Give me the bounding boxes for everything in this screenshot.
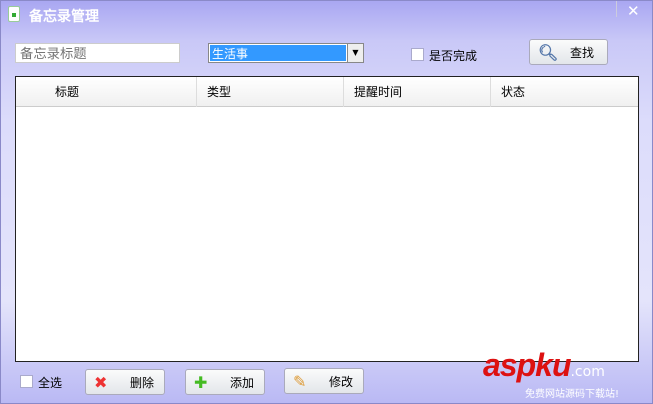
- type-select[interactable]: 生活事 ▼: [208, 43, 364, 63]
- done-label: 是否完成: [429, 49, 478, 63]
- watermark-logo: aspku.com 免费网站源码下载站!: [483, 347, 620, 400]
- search-icon: 🔍︎: [538, 42, 559, 62]
- column-header-title[interactable]: 标题: [40, 77, 196, 107]
- delete-icon: ✖: [94, 372, 108, 392]
- title-search-input[interactable]: [15, 43, 180, 63]
- column-header-remind-time[interactable]: 提醒时间: [343, 77, 490, 107]
- add-button[interactable]: ✚ 添加: [185, 369, 265, 395]
- column-header-status[interactable]: 状态: [490, 77, 638, 107]
- divider: [616, 1, 617, 17]
- column-header-type[interactable]: 类型: [196, 77, 343, 107]
- edit-button[interactable]: ✎ 修改: [284, 368, 364, 394]
- memo-manager-window: 备忘录管理 ✕ 生活事 ▼ 是否完成 🔍︎ 查找 标题 类型 提醒时间 状态 全…: [0, 0, 653, 404]
- search-button-label: 查找: [570, 45, 595, 60]
- plus-icon: ✚: [194, 372, 208, 392]
- close-icon[interactable]: ✕: [627, 2, 640, 20]
- memo-table[interactable]: 标题 类型 提醒时间 状态: [15, 76, 639, 362]
- select-all-checkbox[interactable]: [20, 375, 33, 388]
- delete-button[interactable]: ✖ 删除: [85, 369, 165, 395]
- table-header: 标题 类型 提醒时间 状态: [16, 77, 638, 107]
- pencil-icon: ✎: [293, 371, 307, 391]
- app-icon: [8, 6, 20, 22]
- window-title: 备忘录管理: [29, 9, 99, 25]
- done-checkbox[interactable]: [411, 48, 424, 61]
- chevron-down-icon[interactable]: ▼: [347, 44, 363, 62]
- delete-button-label: 删除: [130, 375, 155, 390]
- select-all-label: 全选: [38, 376, 63, 390]
- edit-button-label: 修改: [329, 374, 354, 389]
- column-header-select[interactable]: [16, 77, 40, 107]
- type-select-value: 生活事: [210, 45, 346, 61]
- add-button-label: 添加: [230, 375, 255, 390]
- search-button[interactable]: 🔍︎ 查找: [529, 39, 608, 65]
